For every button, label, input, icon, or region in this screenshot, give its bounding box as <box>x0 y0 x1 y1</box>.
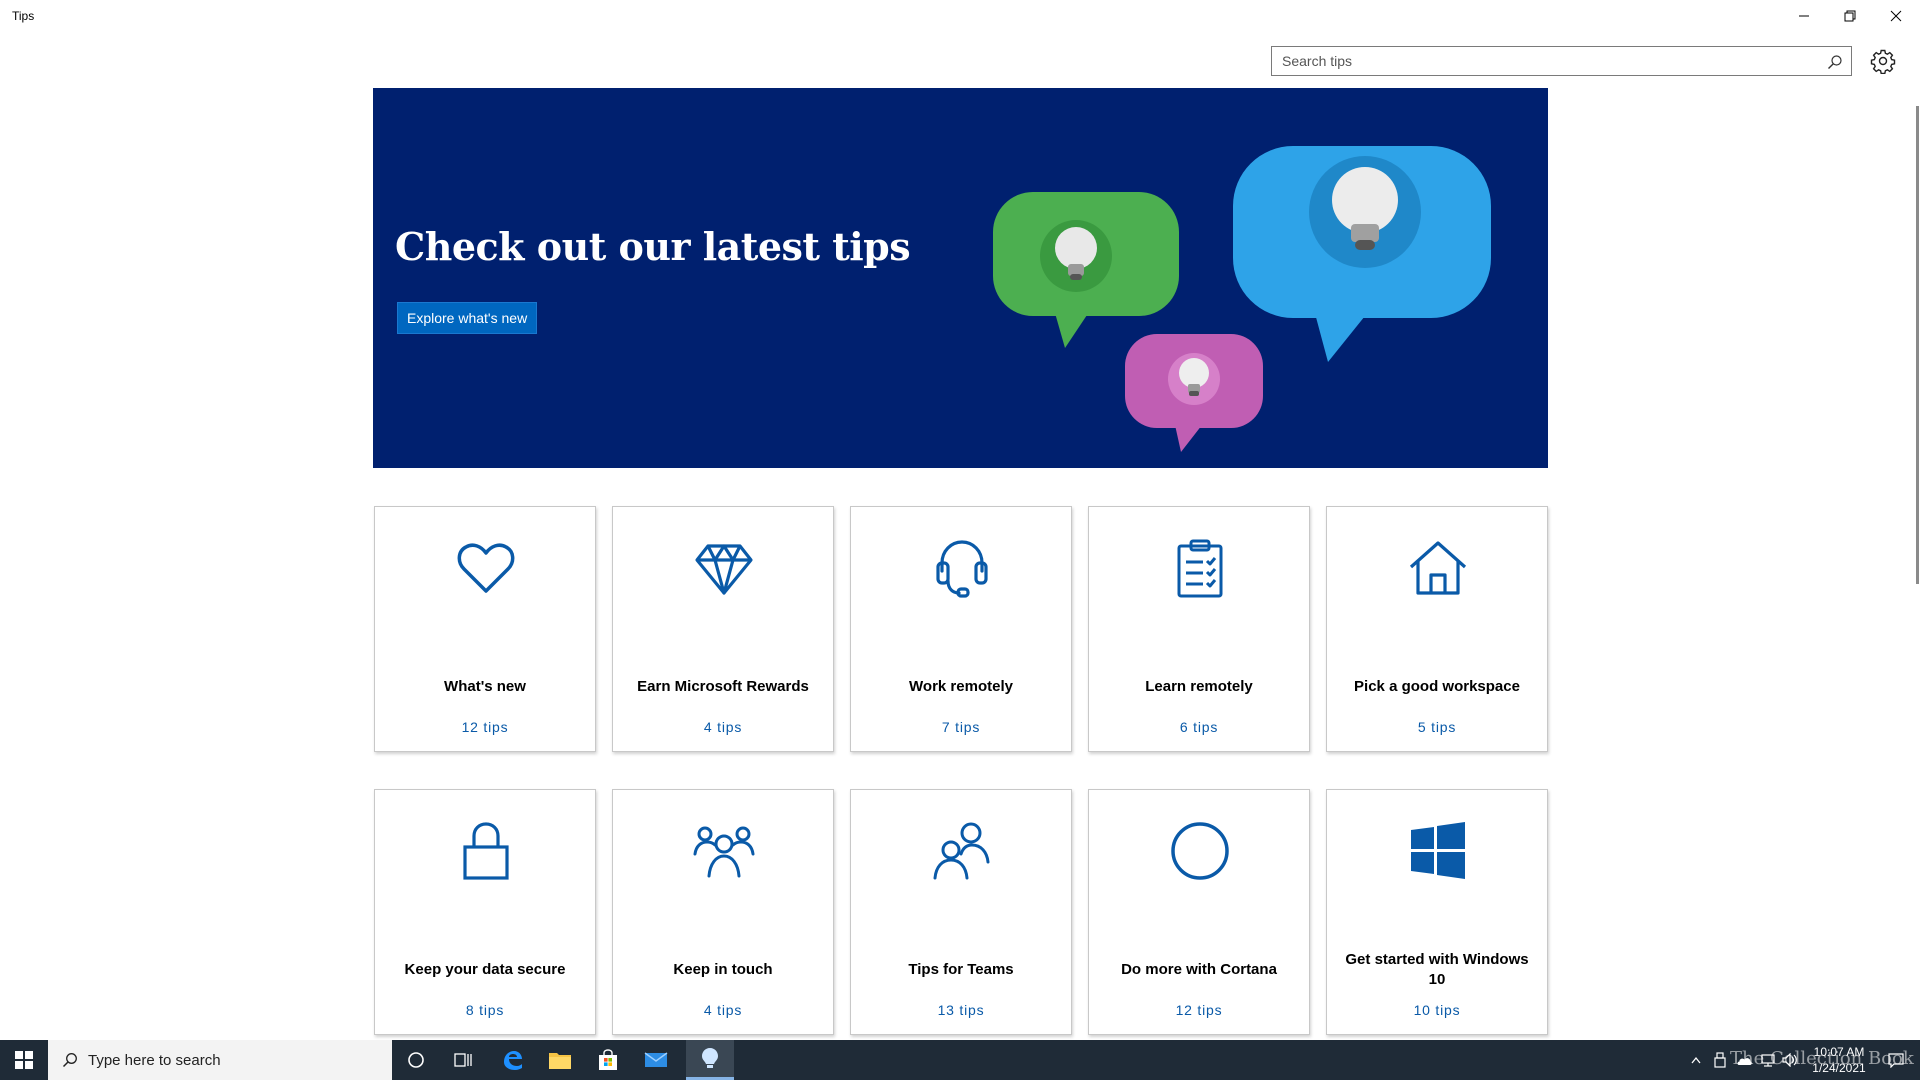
card-tip-count: 12 tips <box>461 719 509 735</box>
card-tip-count: 7 tips <box>941 719 981 735</box>
cortana-circle-icon <box>1171 822 1229 880</box>
settings-gear-icon[interactable] <box>1870 48 1896 74</box>
edge-browser-button[interactable] <box>488 1040 536 1080</box>
vertical-scrollbar[interactable] <box>1916 106 1919 584</box>
task-view-icon <box>454 1053 472 1067</box>
network-icon <box>1761 1054 1775 1067</box>
taskbar-clock[interactable]: 10:07 AM 1/24/2021 <box>1800 1044 1878 1076</box>
explore-whats-new-button[interactable]: Explore what's new <box>397 302 538 334</box>
action-center-button[interactable] <box>1876 1040 1916 1080</box>
volume-button[interactable] <box>1780 1040 1800 1080</box>
usb-device-button[interactable] <box>1708 1040 1732 1080</box>
window-title: Tips <box>12 9 35 23</box>
lock-icon <box>463 822 509 880</box>
restore-button[interactable] <box>1827 0 1873 32</box>
search-input[interactable] <box>1272 47 1812 75</box>
category-card-work-remotely[interactable]: Work remotely 7 tips <box>850 506 1072 752</box>
category-card-get-started-with-windows-10[interactable]: Get started with Windows 10 10 tips <box>1326 789 1548 1035</box>
mail-envelope-icon <box>644 1052 668 1067</box>
onedrive-cloud-icon <box>1737 1058 1752 1065</box>
category-card-tips-for-teams[interactable]: Tips for Teams 13 tips <box>850 789 1072 1035</box>
card-title: Tips for Teams <box>908 961 1014 978</box>
restore-icon <box>1844 10 1856 22</box>
hero-banner: Check out our latest tips Explore what's… <box>373 88 1548 468</box>
minimize-icon <box>1799 15 1809 17</box>
card-title: Work remotely <box>909 678 1013 695</box>
diamond-icon <box>695 544 753 595</box>
cortana-button[interactable] <box>392 1040 440 1080</box>
start-button[interactable] <box>0 1040 48 1080</box>
close-button[interactable] <box>1873 0 1919 32</box>
card-title: Earn Microsoft Rewards <box>637 678 809 695</box>
card-title: Keep in touch <box>673 961 773 978</box>
clock-date: 1/24/2021 <box>1812 1061 1866 1075</box>
speaker-icon <box>1782 1053 1797 1067</box>
show-hidden-icons-button[interactable] <box>1684 1040 1708 1080</box>
category-card-keep-your-data-secure[interactable]: Keep your data secure 8 tips <box>374 789 596 1035</box>
search-icon <box>62 1053 77 1068</box>
card-tip-count: 12 tips <box>1175 1002 1223 1018</box>
card-title: Learn remotely <box>1145 678 1253 695</box>
search-box[interactable] <box>1271 46 1852 76</box>
minimize-button[interactable] <box>1781 0 1827 32</box>
store-bag-icon <box>599 1049 617 1070</box>
card-tip-count: 6 tips <box>1179 719 1219 735</box>
windows-logo-icon <box>1411 822 1465 879</box>
category-card-keep-in-touch[interactable]: Keep in touch 4 tips <box>612 789 834 1035</box>
search-icon[interactable] <box>1827 54 1843 70</box>
close-icon <box>1890 10 1902 22</box>
category-card-whats-new[interactable]: What's new 12 tips <box>374 506 596 752</box>
heart-icon <box>457 543 515 593</box>
card-tip-count: 4 tips <box>703 1002 743 1018</box>
tips-app-button[interactable] <box>686 1040 734 1080</box>
task-view-button[interactable] <box>440 1040 488 1080</box>
taskbar: Type here to search The Collection Book … <box>0 1040 1920 1080</box>
card-title: What's new <box>444 678 526 695</box>
tips-lightbulb-icon <box>702 1047 718 1068</box>
mail-button[interactable] <box>632 1040 680 1080</box>
file-explorer-button[interactable] <box>536 1040 584 1080</box>
card-tip-count: 10 tips <box>1413 1002 1461 1018</box>
onedrive-button[interactable] <box>1732 1040 1756 1080</box>
category-card-earn-microsoft-rewards[interactable]: Earn Microsoft Rewards 4 tips <box>612 506 834 752</box>
network-button[interactable] <box>1756 1040 1780 1080</box>
clock-time: 10:07 AM <box>1813 1045 1865 1059</box>
lightbulb-bubbles-illustration <box>993 146 1491 452</box>
card-title: Pick a good workspace <box>1354 678 1520 695</box>
people-pair-icon <box>933 822 990 880</box>
category-card-pick-a-good-workspace[interactable]: Pick a good workspace 5 tips <box>1326 506 1548 752</box>
card-title: Keep your data secure <box>404 961 566 978</box>
edge-icon <box>504 1051 522 1070</box>
card-tip-count: 8 tips <box>465 1002 505 1018</box>
hero-heading: Check out our latest tips <box>395 224 911 269</box>
card-title: Do more with Cortana <box>1121 961 1277 978</box>
taskbar-search-box[interactable]: Type here to search <box>48 1040 392 1080</box>
category-card-do-more-with-cortana[interactable]: Do more with Cortana 12 tips <box>1088 789 1310 1035</box>
pink-bubble-icon <box>1125 334 1263 452</box>
chevron-up-icon <box>1691 1056 1701 1064</box>
windows-start-icon <box>15 1051 33 1069</box>
card-tip-count: 5 tips <box>1417 719 1457 735</box>
blue-bubble-icon <box>1233 146 1491 362</box>
green-bubble-icon <box>993 192 1179 348</box>
headset-icon <box>936 540 988 598</box>
category-card-learn-remotely[interactable]: Learn remotely 6 tips <box>1088 506 1310 752</box>
cortana-icon <box>408 1052 424 1068</box>
home-icon <box>1409 541 1467 595</box>
notification-icon <box>1888 1053 1904 1068</box>
taskbar-search-text: Type here to search <box>88 1052 221 1069</box>
clipboard-checklist-icon <box>1177 539 1223 598</box>
folder-icon <box>549 1053 571 1069</box>
card-title: Get started with Windows 10 <box>1345 951 1529 988</box>
card-tip-count: 4 tips <box>703 719 743 735</box>
microsoft-store-button[interactable] <box>584 1040 632 1080</box>
people-group-icon <box>693 826 755 878</box>
usb-icon <box>1714 1052 1726 1068</box>
title-bar: Tips <box>0 0 1920 32</box>
card-tip-count: 13 tips <box>937 1002 985 1018</box>
